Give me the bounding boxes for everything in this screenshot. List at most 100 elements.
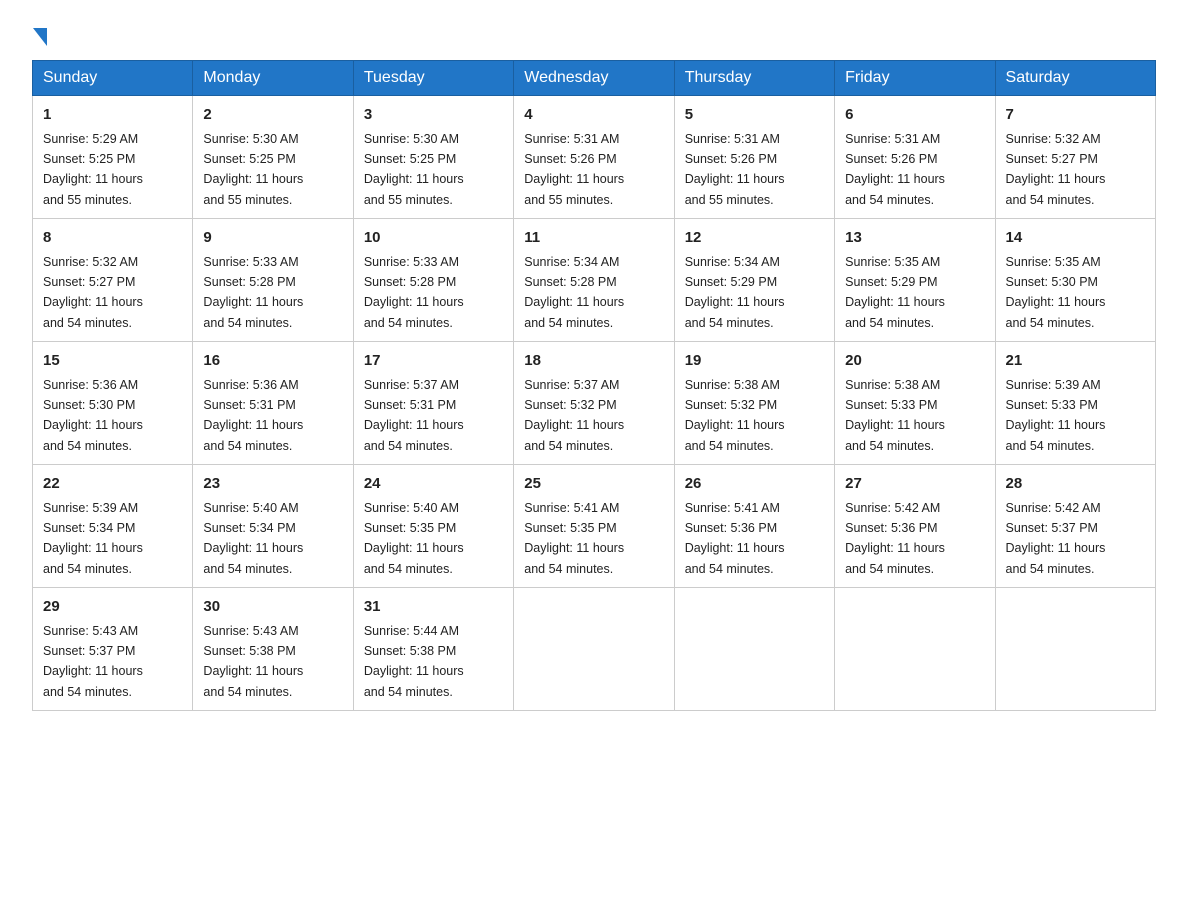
- day-number: 30: [203, 596, 342, 619]
- calendar-cell: 5 Sunrise: 5:31 AMSunset: 5:26 PMDayligh…: [674, 96, 834, 219]
- calendar-cell: 28 Sunrise: 5:42 AMSunset: 5:37 PMDaylig…: [995, 465, 1155, 588]
- day-number: 26: [685, 473, 824, 496]
- weekday-header-friday: Friday: [835, 61, 995, 96]
- weekday-header-sunday: Sunday: [33, 61, 193, 96]
- day-number: 20: [845, 350, 984, 373]
- day-info: Sunrise: 5:39 AMSunset: 5:33 PMDaylight:…: [1006, 378, 1106, 453]
- calendar-cell: 26 Sunrise: 5:41 AMSunset: 5:36 PMDaylig…: [674, 465, 834, 588]
- calendar-cell: 9 Sunrise: 5:33 AMSunset: 5:28 PMDayligh…: [193, 219, 353, 342]
- day-info: Sunrise: 5:32 AMSunset: 5:27 PMDaylight:…: [43, 255, 143, 330]
- weekday-header-wednesday: Wednesday: [514, 61, 674, 96]
- calendar-cell: 20 Sunrise: 5:38 AMSunset: 5:33 PMDaylig…: [835, 342, 995, 465]
- day-info: Sunrise: 5:43 AMSunset: 5:37 PMDaylight:…: [43, 624, 143, 699]
- day-info: Sunrise: 5:38 AMSunset: 5:33 PMDaylight:…: [845, 378, 945, 453]
- day-info: Sunrise: 5:41 AMSunset: 5:36 PMDaylight:…: [685, 501, 785, 576]
- day-number: 3: [364, 104, 503, 127]
- day-number: 25: [524, 473, 663, 496]
- calendar-cell: 21 Sunrise: 5:39 AMSunset: 5:33 PMDaylig…: [995, 342, 1155, 465]
- day-number: 28: [1006, 473, 1145, 496]
- week-row-1: 1 Sunrise: 5:29 AMSunset: 5:25 PMDayligh…: [33, 96, 1156, 219]
- weekday-header-monday: Monday: [193, 61, 353, 96]
- day-number: 12: [685, 227, 824, 250]
- day-number: 27: [845, 473, 984, 496]
- calendar-cell: 30 Sunrise: 5:43 AMSunset: 5:38 PMDaylig…: [193, 588, 353, 711]
- calendar-cell: 7 Sunrise: 5:32 AMSunset: 5:27 PMDayligh…: [995, 96, 1155, 219]
- calendar-cell: [835, 588, 995, 711]
- calendar-cell: 10 Sunrise: 5:33 AMSunset: 5:28 PMDaylig…: [353, 219, 513, 342]
- calendar-cell: 24 Sunrise: 5:40 AMSunset: 5:35 PMDaylig…: [353, 465, 513, 588]
- day-number: 4: [524, 104, 663, 127]
- day-info: Sunrise: 5:29 AMSunset: 5:25 PMDaylight:…: [43, 132, 143, 207]
- calendar-table: SundayMondayTuesdayWednesdayThursdayFrid…: [32, 60, 1156, 711]
- day-number: 9: [203, 227, 342, 250]
- calendar-cell: [514, 588, 674, 711]
- day-info: Sunrise: 5:30 AMSunset: 5:25 PMDaylight:…: [203, 132, 303, 207]
- logo-arrow-icon: [33, 28, 47, 46]
- calendar-cell: 13 Sunrise: 5:35 AMSunset: 5:29 PMDaylig…: [835, 219, 995, 342]
- day-info: Sunrise: 5:33 AMSunset: 5:28 PMDaylight:…: [364, 255, 464, 330]
- day-number: 6: [845, 104, 984, 127]
- day-info: Sunrise: 5:37 AMSunset: 5:32 PMDaylight:…: [524, 378, 624, 453]
- day-info: Sunrise: 5:36 AMSunset: 5:31 PMDaylight:…: [203, 378, 303, 453]
- day-info: Sunrise: 5:36 AMSunset: 5:30 PMDaylight:…: [43, 378, 143, 453]
- day-number: 23: [203, 473, 342, 496]
- calendar-cell: 19 Sunrise: 5:38 AMSunset: 5:32 PMDaylig…: [674, 342, 834, 465]
- day-number: 17: [364, 350, 503, 373]
- day-number: 22: [43, 473, 182, 496]
- day-number: 11: [524, 227, 663, 250]
- calendar-cell: [674, 588, 834, 711]
- day-info: Sunrise: 5:35 AMSunset: 5:30 PMDaylight:…: [1006, 255, 1106, 330]
- day-number: 1: [43, 104, 182, 127]
- week-row-4: 22 Sunrise: 5:39 AMSunset: 5:34 PMDaylig…: [33, 465, 1156, 588]
- day-number: 31: [364, 596, 503, 619]
- day-number: 29: [43, 596, 182, 619]
- day-info: Sunrise: 5:34 AMSunset: 5:29 PMDaylight:…: [685, 255, 785, 330]
- day-number: 8: [43, 227, 182, 250]
- day-number: 5: [685, 104, 824, 127]
- calendar-cell: 8 Sunrise: 5:32 AMSunset: 5:27 PMDayligh…: [33, 219, 193, 342]
- calendar-cell: 4 Sunrise: 5:31 AMSunset: 5:26 PMDayligh…: [514, 96, 674, 219]
- day-number: 19: [685, 350, 824, 373]
- day-info: Sunrise: 5:34 AMSunset: 5:28 PMDaylight:…: [524, 255, 624, 330]
- day-number: 16: [203, 350, 342, 373]
- calendar-cell: 3 Sunrise: 5:30 AMSunset: 5:25 PMDayligh…: [353, 96, 513, 219]
- calendar-cell: 23 Sunrise: 5:40 AMSunset: 5:34 PMDaylig…: [193, 465, 353, 588]
- day-number: 2: [203, 104, 342, 127]
- day-info: Sunrise: 5:38 AMSunset: 5:32 PMDaylight:…: [685, 378, 785, 453]
- logo-text: [32, 24, 52, 42]
- day-info: Sunrise: 5:37 AMSunset: 5:31 PMDaylight:…: [364, 378, 464, 453]
- day-number: 10: [364, 227, 503, 250]
- day-number: 21: [1006, 350, 1145, 373]
- calendar-cell: 2 Sunrise: 5:30 AMSunset: 5:25 PMDayligh…: [193, 96, 353, 219]
- calendar-cell: 17 Sunrise: 5:37 AMSunset: 5:31 PMDaylig…: [353, 342, 513, 465]
- calendar-cell: 6 Sunrise: 5:31 AMSunset: 5:26 PMDayligh…: [835, 96, 995, 219]
- day-info: Sunrise: 5:30 AMSunset: 5:25 PMDaylight:…: [364, 132, 464, 207]
- calendar-cell: 22 Sunrise: 5:39 AMSunset: 5:34 PMDaylig…: [33, 465, 193, 588]
- day-info: Sunrise: 5:32 AMSunset: 5:27 PMDaylight:…: [1006, 132, 1106, 207]
- calendar-cell: 29 Sunrise: 5:43 AMSunset: 5:37 PMDaylig…: [33, 588, 193, 711]
- day-info: Sunrise: 5:40 AMSunset: 5:35 PMDaylight:…: [364, 501, 464, 576]
- calendar-cell: 12 Sunrise: 5:34 AMSunset: 5:29 PMDaylig…: [674, 219, 834, 342]
- calendar-cell: 15 Sunrise: 5:36 AMSunset: 5:30 PMDaylig…: [33, 342, 193, 465]
- week-row-2: 8 Sunrise: 5:32 AMSunset: 5:27 PMDayligh…: [33, 219, 1156, 342]
- weekday-header-thursday: Thursday: [674, 61, 834, 96]
- calendar-cell: 11 Sunrise: 5:34 AMSunset: 5:28 PMDaylig…: [514, 219, 674, 342]
- calendar-cell: 14 Sunrise: 5:35 AMSunset: 5:30 PMDaylig…: [995, 219, 1155, 342]
- calendar-cell: 25 Sunrise: 5:41 AMSunset: 5:35 PMDaylig…: [514, 465, 674, 588]
- day-info: Sunrise: 5:41 AMSunset: 5:35 PMDaylight:…: [524, 501, 624, 576]
- calendar-cell: 16 Sunrise: 5:36 AMSunset: 5:31 PMDaylig…: [193, 342, 353, 465]
- day-info: Sunrise: 5:35 AMSunset: 5:29 PMDaylight:…: [845, 255, 945, 330]
- day-info: Sunrise: 5:39 AMSunset: 5:34 PMDaylight:…: [43, 501, 143, 576]
- day-number: 14: [1006, 227, 1145, 250]
- calendar-cell: 1 Sunrise: 5:29 AMSunset: 5:25 PMDayligh…: [33, 96, 193, 219]
- day-number: 24: [364, 473, 503, 496]
- day-info: Sunrise: 5:33 AMSunset: 5:28 PMDaylight:…: [203, 255, 303, 330]
- calendar-cell: 18 Sunrise: 5:37 AMSunset: 5:32 PMDaylig…: [514, 342, 674, 465]
- logo: [32, 24, 52, 42]
- day-info: Sunrise: 5:31 AMSunset: 5:26 PMDaylight:…: [845, 132, 945, 207]
- day-info: Sunrise: 5:43 AMSunset: 5:38 PMDaylight:…: [203, 624, 303, 699]
- day-info: Sunrise: 5:31 AMSunset: 5:26 PMDaylight:…: [685, 132, 785, 207]
- day-info: Sunrise: 5:44 AMSunset: 5:38 PMDaylight:…: [364, 624, 464, 699]
- weekday-header-row: SundayMondayTuesdayWednesdayThursdayFrid…: [33, 61, 1156, 96]
- day-info: Sunrise: 5:42 AMSunset: 5:37 PMDaylight:…: [1006, 501, 1106, 576]
